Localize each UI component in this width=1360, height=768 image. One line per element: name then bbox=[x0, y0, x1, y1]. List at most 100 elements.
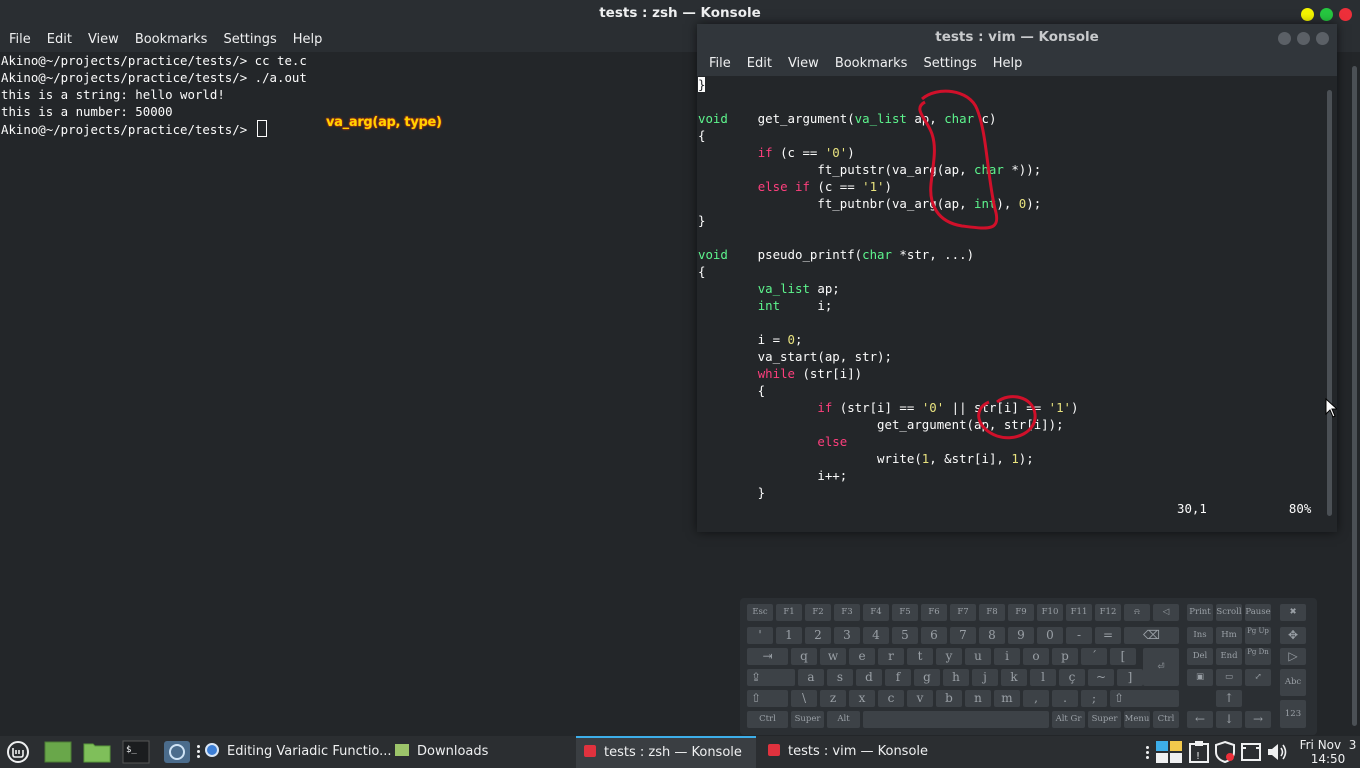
move-keyboard-icon[interactable]: ✥ bbox=[1280, 627, 1306, 644]
key-d[interactable]: d bbox=[856, 669, 882, 686]
key-f[interactable]: f bbox=[885, 669, 911, 686]
pointer-icon[interactable]: ▷ bbox=[1280, 648, 1306, 665]
clipboard-icon[interactable]: ! bbox=[1188, 740, 1210, 764]
key-menu[interactable]: Menu bbox=[1124, 711, 1150, 728]
browser-launcher-icon[interactable] bbox=[163, 740, 191, 764]
key-bracket-right[interactable]: ] bbox=[1117, 669, 1143, 686]
shift-right-icon[interactable]: ⇧ bbox=[1110, 690, 1179, 707]
key-c[interactable]: c bbox=[878, 690, 904, 707]
key-tilde[interactable]: ~ bbox=[1088, 669, 1114, 686]
key-f4[interactable]: F4 bbox=[863, 604, 889, 621]
menu-bookmarks[interactable]: Bookmarks bbox=[127, 28, 216, 52]
key-alt[interactable]: Alt bbox=[827, 711, 860, 728]
key-y[interactable]: y bbox=[936, 648, 962, 665]
key-n[interactable]: n bbox=[965, 690, 991, 707]
menu-file[interactable]: File bbox=[0, 28, 39, 52]
key-i[interactable]: i bbox=[994, 648, 1020, 665]
key-b[interactable]: b bbox=[936, 690, 962, 707]
key-ins[interactable]: Ins bbox=[1187, 627, 1213, 644]
key-1[interactable]: 1 bbox=[776, 627, 802, 644]
key-6[interactable]: 6 bbox=[921, 627, 947, 644]
show-desktop-icon[interactable] bbox=[44, 740, 72, 764]
key-page-down[interactable]: Pg Dn bbox=[1245, 648, 1271, 665]
key-semicolon[interactable]: ; bbox=[1081, 690, 1107, 707]
key-0[interactable]: 0 bbox=[1037, 627, 1063, 644]
key-o[interactable]: o bbox=[1023, 648, 1049, 665]
key-acute[interactable]: ´ bbox=[1081, 648, 1107, 665]
key-5[interactable]: 5 bbox=[892, 627, 918, 644]
task-zsh-konsole[interactable]: tests : zsh — Konsole bbox=[576, 736, 756, 768]
key-abc[interactable]: Abc bbox=[1280, 669, 1306, 696]
key-f6[interactable]: F6 bbox=[921, 604, 947, 621]
close-keyboard-icon[interactable]: ✖ bbox=[1280, 604, 1306, 621]
key-h[interactable]: h bbox=[943, 669, 969, 686]
key-8[interactable]: 8 bbox=[979, 627, 1005, 644]
key-2[interactable]: 2 bbox=[805, 627, 831, 644]
key-back-icon[interactable]: ◁ bbox=[1153, 604, 1179, 621]
clock[interactable]: Fri Nov 3 14:50 bbox=[1298, 738, 1358, 766]
key-e[interactable]: e bbox=[849, 648, 875, 665]
workspace-switcher-icon[interactable] bbox=[1155, 740, 1183, 764]
task-browser[interactable]: Editing Variadic Functio... bbox=[205, 736, 392, 768]
shift-left-icon[interactable]: ⇧ bbox=[747, 690, 788, 707]
key-t[interactable]: t bbox=[907, 648, 933, 665]
key-a[interactable]: a bbox=[798, 669, 824, 686]
key-arrow-right[interactable]: → bbox=[1245, 711, 1271, 728]
key-f8[interactable]: F8 bbox=[979, 604, 1005, 621]
key-x[interactable]: x bbox=[849, 690, 875, 707]
key-arrow-left[interactable]: ← bbox=[1187, 711, 1213, 728]
key-bracket-left[interactable]: [ bbox=[1110, 648, 1136, 665]
key-m[interactable]: m bbox=[994, 690, 1020, 707]
key-pause[interactable]: Pause bbox=[1245, 604, 1271, 621]
key-ctrl-left[interactable]: Ctrl bbox=[747, 711, 788, 728]
key-f5[interactable]: F5 bbox=[892, 604, 918, 621]
key-p[interactable]: p bbox=[1052, 648, 1078, 665]
expand-icon[interactable]: ⤢ bbox=[1245, 669, 1271, 686]
key-f1[interactable]: F1 bbox=[776, 604, 802, 621]
close-button[interactable] bbox=[1339, 8, 1352, 21]
key-bell-icon[interactable]: ⍾ bbox=[1124, 604, 1150, 621]
key-space[interactable] bbox=[863, 711, 1049, 728]
minimize-button[interactable] bbox=[1301, 8, 1314, 21]
menu-help[interactable]: Help bbox=[285, 28, 331, 52]
volume-icon[interactable] bbox=[1266, 740, 1288, 764]
menu-settings[interactable]: Settings bbox=[215, 28, 284, 52]
key-q[interactable]: q bbox=[791, 648, 817, 665]
key-f10[interactable]: F10 bbox=[1037, 604, 1063, 621]
key-f7[interactable]: F7 bbox=[950, 604, 976, 621]
key-super-left[interactable]: Super bbox=[791, 711, 824, 728]
key-scroll[interactable]: Scroll bbox=[1216, 604, 1242, 621]
enter-icon[interactable]: ⏎ bbox=[1143, 648, 1179, 686]
key-period[interactable]: . bbox=[1052, 690, 1078, 707]
key-j[interactable]: j bbox=[972, 669, 998, 686]
key-f2[interactable]: F2 bbox=[805, 604, 831, 621]
key-esc[interactable]: Esc bbox=[747, 604, 773, 621]
terminal-launcher-icon[interactable]: $_ bbox=[122, 740, 150, 764]
key-u[interactable]: u bbox=[965, 648, 991, 665]
key-alt-gr[interactable]: Alt Gr bbox=[1052, 711, 1085, 728]
window-icon[interactable]: ▭ bbox=[1216, 669, 1242, 686]
key-g[interactable]: g bbox=[914, 669, 940, 686]
menu-view[interactable]: View bbox=[80, 28, 127, 52]
key-k[interactable]: k bbox=[1001, 669, 1027, 686]
task-downloads[interactable]: Downloads bbox=[395, 736, 495, 768]
key-7[interactable]: 7 bbox=[950, 627, 976, 644]
maximize-button[interactable] bbox=[1320, 8, 1333, 21]
key-f12[interactable]: F12 bbox=[1095, 604, 1121, 621]
backspace-icon[interactable]: ⌫ bbox=[1124, 627, 1179, 644]
key-9[interactable]: 9 bbox=[1008, 627, 1034, 644]
key-r[interactable]: r bbox=[878, 648, 904, 665]
key-arrow-down[interactable]: ↓ bbox=[1216, 711, 1242, 728]
key-f3[interactable]: F3 bbox=[834, 604, 860, 621]
caps-lock-icon[interactable]: ⇪ bbox=[747, 669, 795, 686]
file-manager-icon[interactable] bbox=[83, 740, 111, 764]
key-c-cedilla[interactable]: ç bbox=[1059, 669, 1085, 686]
key-l[interactable]: l bbox=[1030, 669, 1056, 686]
main-scrollbar[interactable] bbox=[1352, 66, 1357, 726]
key-arrow-up[interactable]: ↑ bbox=[1216, 690, 1242, 707]
key-end[interactable]: End bbox=[1216, 648, 1242, 665]
key-print[interactable]: Print bbox=[1187, 604, 1213, 621]
key-super-right[interactable]: Super bbox=[1088, 711, 1121, 728]
key-equals[interactable]: = bbox=[1095, 627, 1121, 644]
key-minus[interactable]: - bbox=[1066, 627, 1092, 644]
